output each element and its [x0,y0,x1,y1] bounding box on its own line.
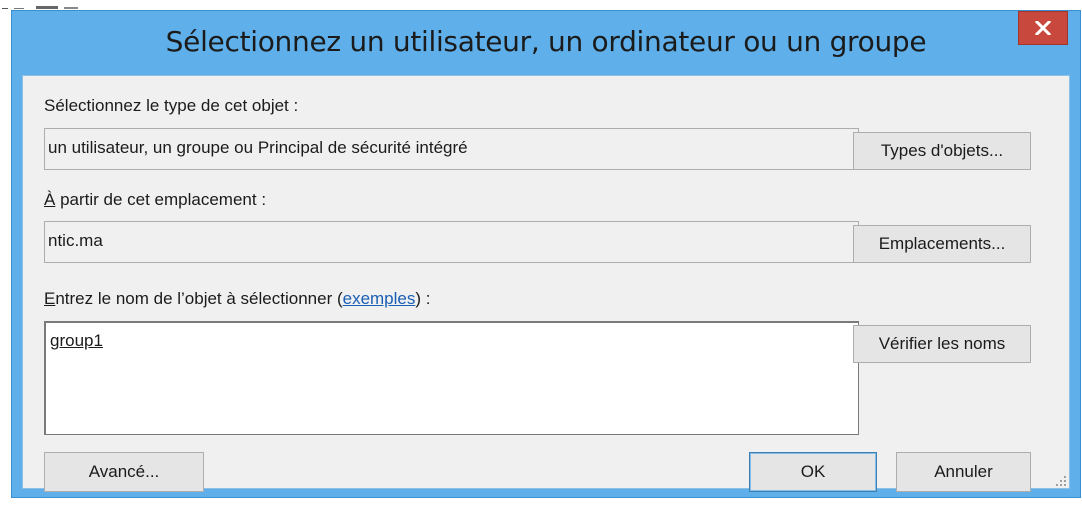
advanced-button[interactable]: Avancé... [44,452,204,492]
location-field: ntic.ma [44,221,859,263]
title-bar: Sélectionnez un utilisateur, un ordinate… [12,11,1080,75]
dialog-window: Sélectionnez un utilisateur, un ordinate… [0,0,1082,514]
object-name-input[interactable]: group1 [44,321,859,435]
object-types-button[interactable]: Types d'objets... [853,132,1031,170]
cancel-button[interactable]: Annuler [896,452,1031,492]
examples-link[interactable]: exemples [343,289,416,308]
dialog-frame: Sélectionnez un utilisateur, un ordinate… [11,10,1081,498]
close-button[interactable] [1018,11,1068,45]
object-name-value: group1 [50,331,103,350]
object-type-field: un utilisateur, un groupe ou Principal d… [44,128,859,170]
resize-grip-icon[interactable] [1055,474,1067,486]
object-type-label: Sélectionnez le type de cet objet : [44,96,299,115]
location-label: À partir de cet emplacement : [44,190,266,210]
object-name-label: Entrez le nom de l’objet à sélectionner … [44,289,430,309]
close-icon [1035,21,1051,35]
ok-button[interactable]: OK [749,452,877,492]
location-label-accel: À [44,190,56,209]
dialog-client-area: Sélectionnez le type de cet objet : un u… [22,75,1070,492]
dialog-title: Sélectionnez un utilisateur, un ordinate… [165,25,927,58]
locations-button[interactable]: Emplacements... [853,225,1031,263]
object-name-label-end: ) : [415,289,431,308]
object-name-label-accel: E [44,289,56,308]
check-names-button[interactable]: Vérifier les noms [853,325,1031,363]
location-label-text: partir de cet emplacement : [55,190,267,209]
object-name-label-text: ntrez le nom de l’objet à sélectionner ( [55,289,343,308]
background-window-fragment [0,0,160,9]
